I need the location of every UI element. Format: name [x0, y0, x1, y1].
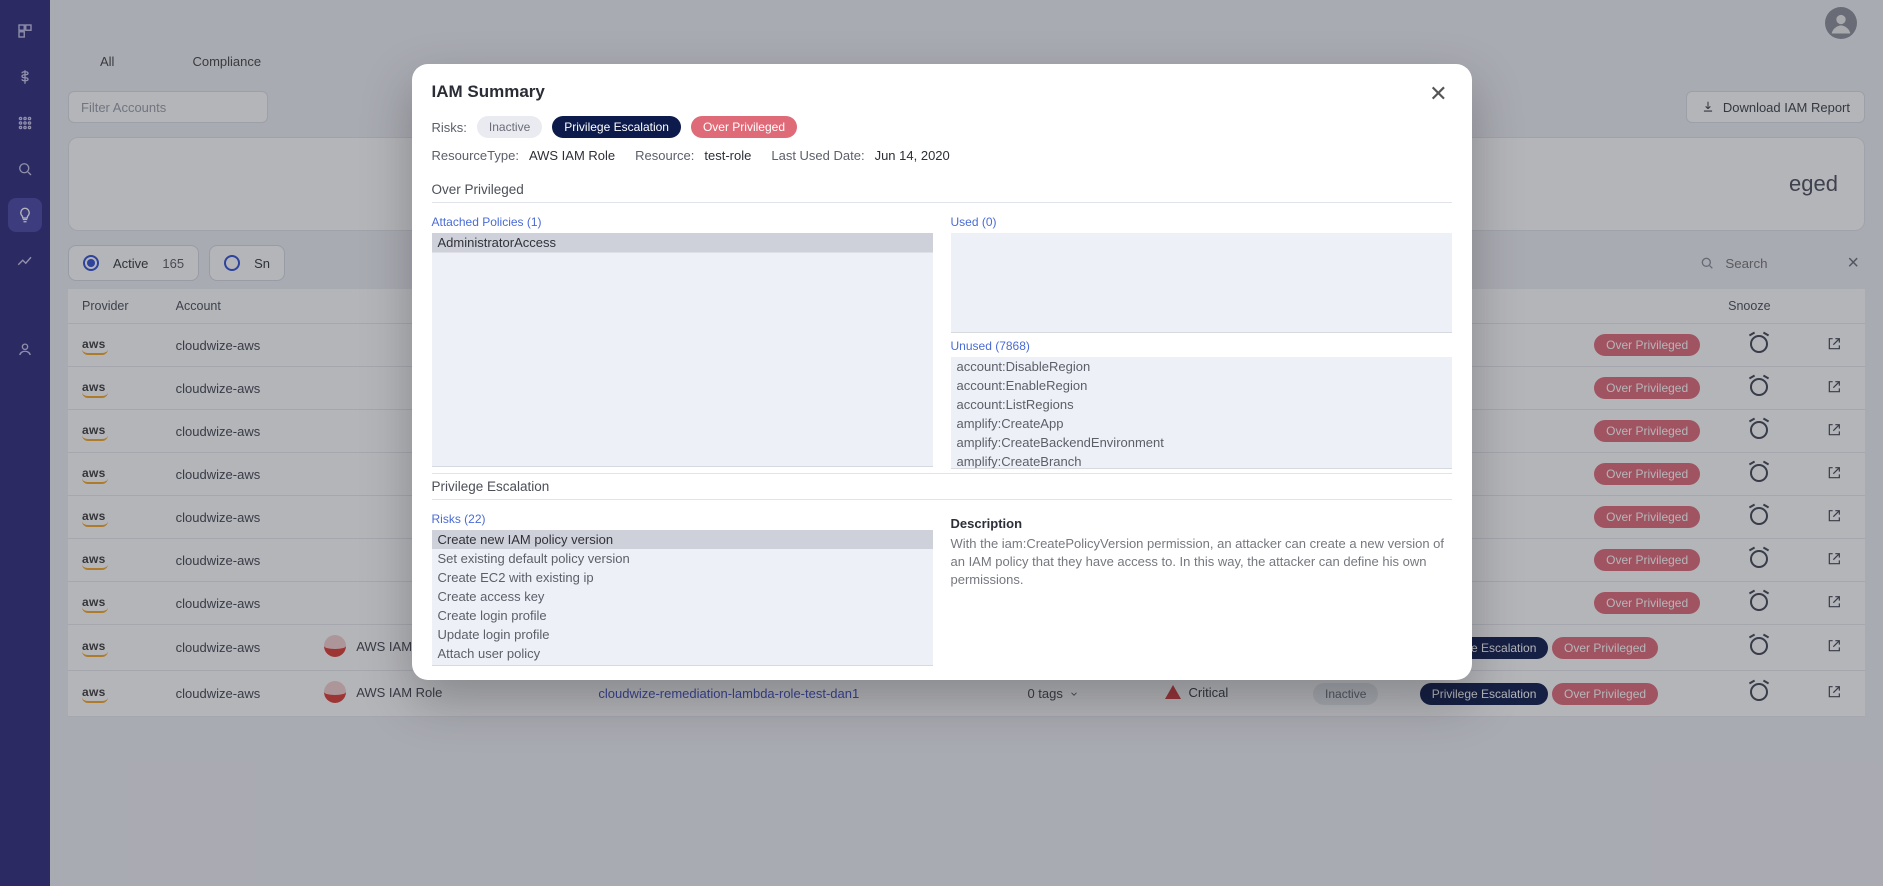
used-list[interactable]	[951, 233, 1452, 333]
chip-priv-esc[interactable]: Privilege Escalation	[552, 116, 681, 138]
app-shell: All Compliance Filter Accounts Download …	[0, 0, 1883, 886]
risks-count-header: Risks (22)	[432, 512, 933, 526]
list-item[interactable]: account:ListRegions	[951, 395, 1452, 414]
unused-header: Unused (7868)	[951, 339, 1452, 353]
risk-list[interactable]: Create new IAM policy versionSet existin…	[432, 530, 933, 666]
attached-policies-list[interactable]: AdministratorAccess	[432, 233, 933, 467]
list-item[interactable]: amplify:CreateBackendEnvironment	[951, 433, 1452, 452]
list-item[interactable]: Set existing default policy version	[432, 549, 933, 568]
list-item[interactable]: account:EnableRegion	[951, 376, 1452, 395]
list-item[interactable]: Create login profile	[432, 606, 933, 625]
modal-title: IAM Summary	[432, 82, 1452, 102]
list-item[interactable]: amplify:CreateApp	[951, 414, 1452, 433]
list-item[interactable]: amplify:CreateBranch	[951, 452, 1452, 469]
list-item[interactable]: Create access key	[432, 587, 933, 606]
used-header: Used (0)	[951, 215, 1452, 229]
description-body: With the iam:CreatePolicyVersion permiss…	[951, 535, 1452, 590]
section-over-priv: Over Privileged	[432, 177, 1452, 203]
close-icon[interactable]: ✕	[1423, 80, 1453, 108]
chip-inactive[interactable]: Inactive	[477, 116, 542, 138]
modal-resource-row: ResourceType: AWS IAM Role Resource: tes…	[432, 148, 1452, 163]
description-title: Description	[951, 516, 1452, 531]
iam-summary-modal: ✕ IAM Summary Risks: Inactive Privilege …	[412, 64, 1472, 680]
list-item[interactable]: Create new IAM policy version	[432, 530, 933, 549]
modal-risk-row: Risks: Inactive Privilege Escalation Ove…	[432, 116, 1452, 138]
section-priv-esc: Privilege Escalation	[432, 473, 1452, 500]
list-item[interactable]: Create EC2 with existing ip	[432, 568, 933, 587]
list-item[interactable]: Update login profile	[432, 625, 933, 644]
list-item[interactable]: account:DisableRegion	[951, 357, 1452, 376]
list-item[interactable]: Attach group policy	[432, 663, 933, 666]
risks-label: Risks:	[432, 120, 467, 135]
attached-policies-header: Attached Policies (1)	[432, 215, 933, 229]
unused-list[interactable]: account:DisableRegionaccount:EnableRegio…	[951, 357, 1452, 469]
list-item[interactable]: Attach user policy	[432, 644, 933, 663]
list-item[interactable]: AdministratorAccess	[432, 233, 933, 252]
chip-over-priv[interactable]: Over Privileged	[691, 116, 797, 138]
